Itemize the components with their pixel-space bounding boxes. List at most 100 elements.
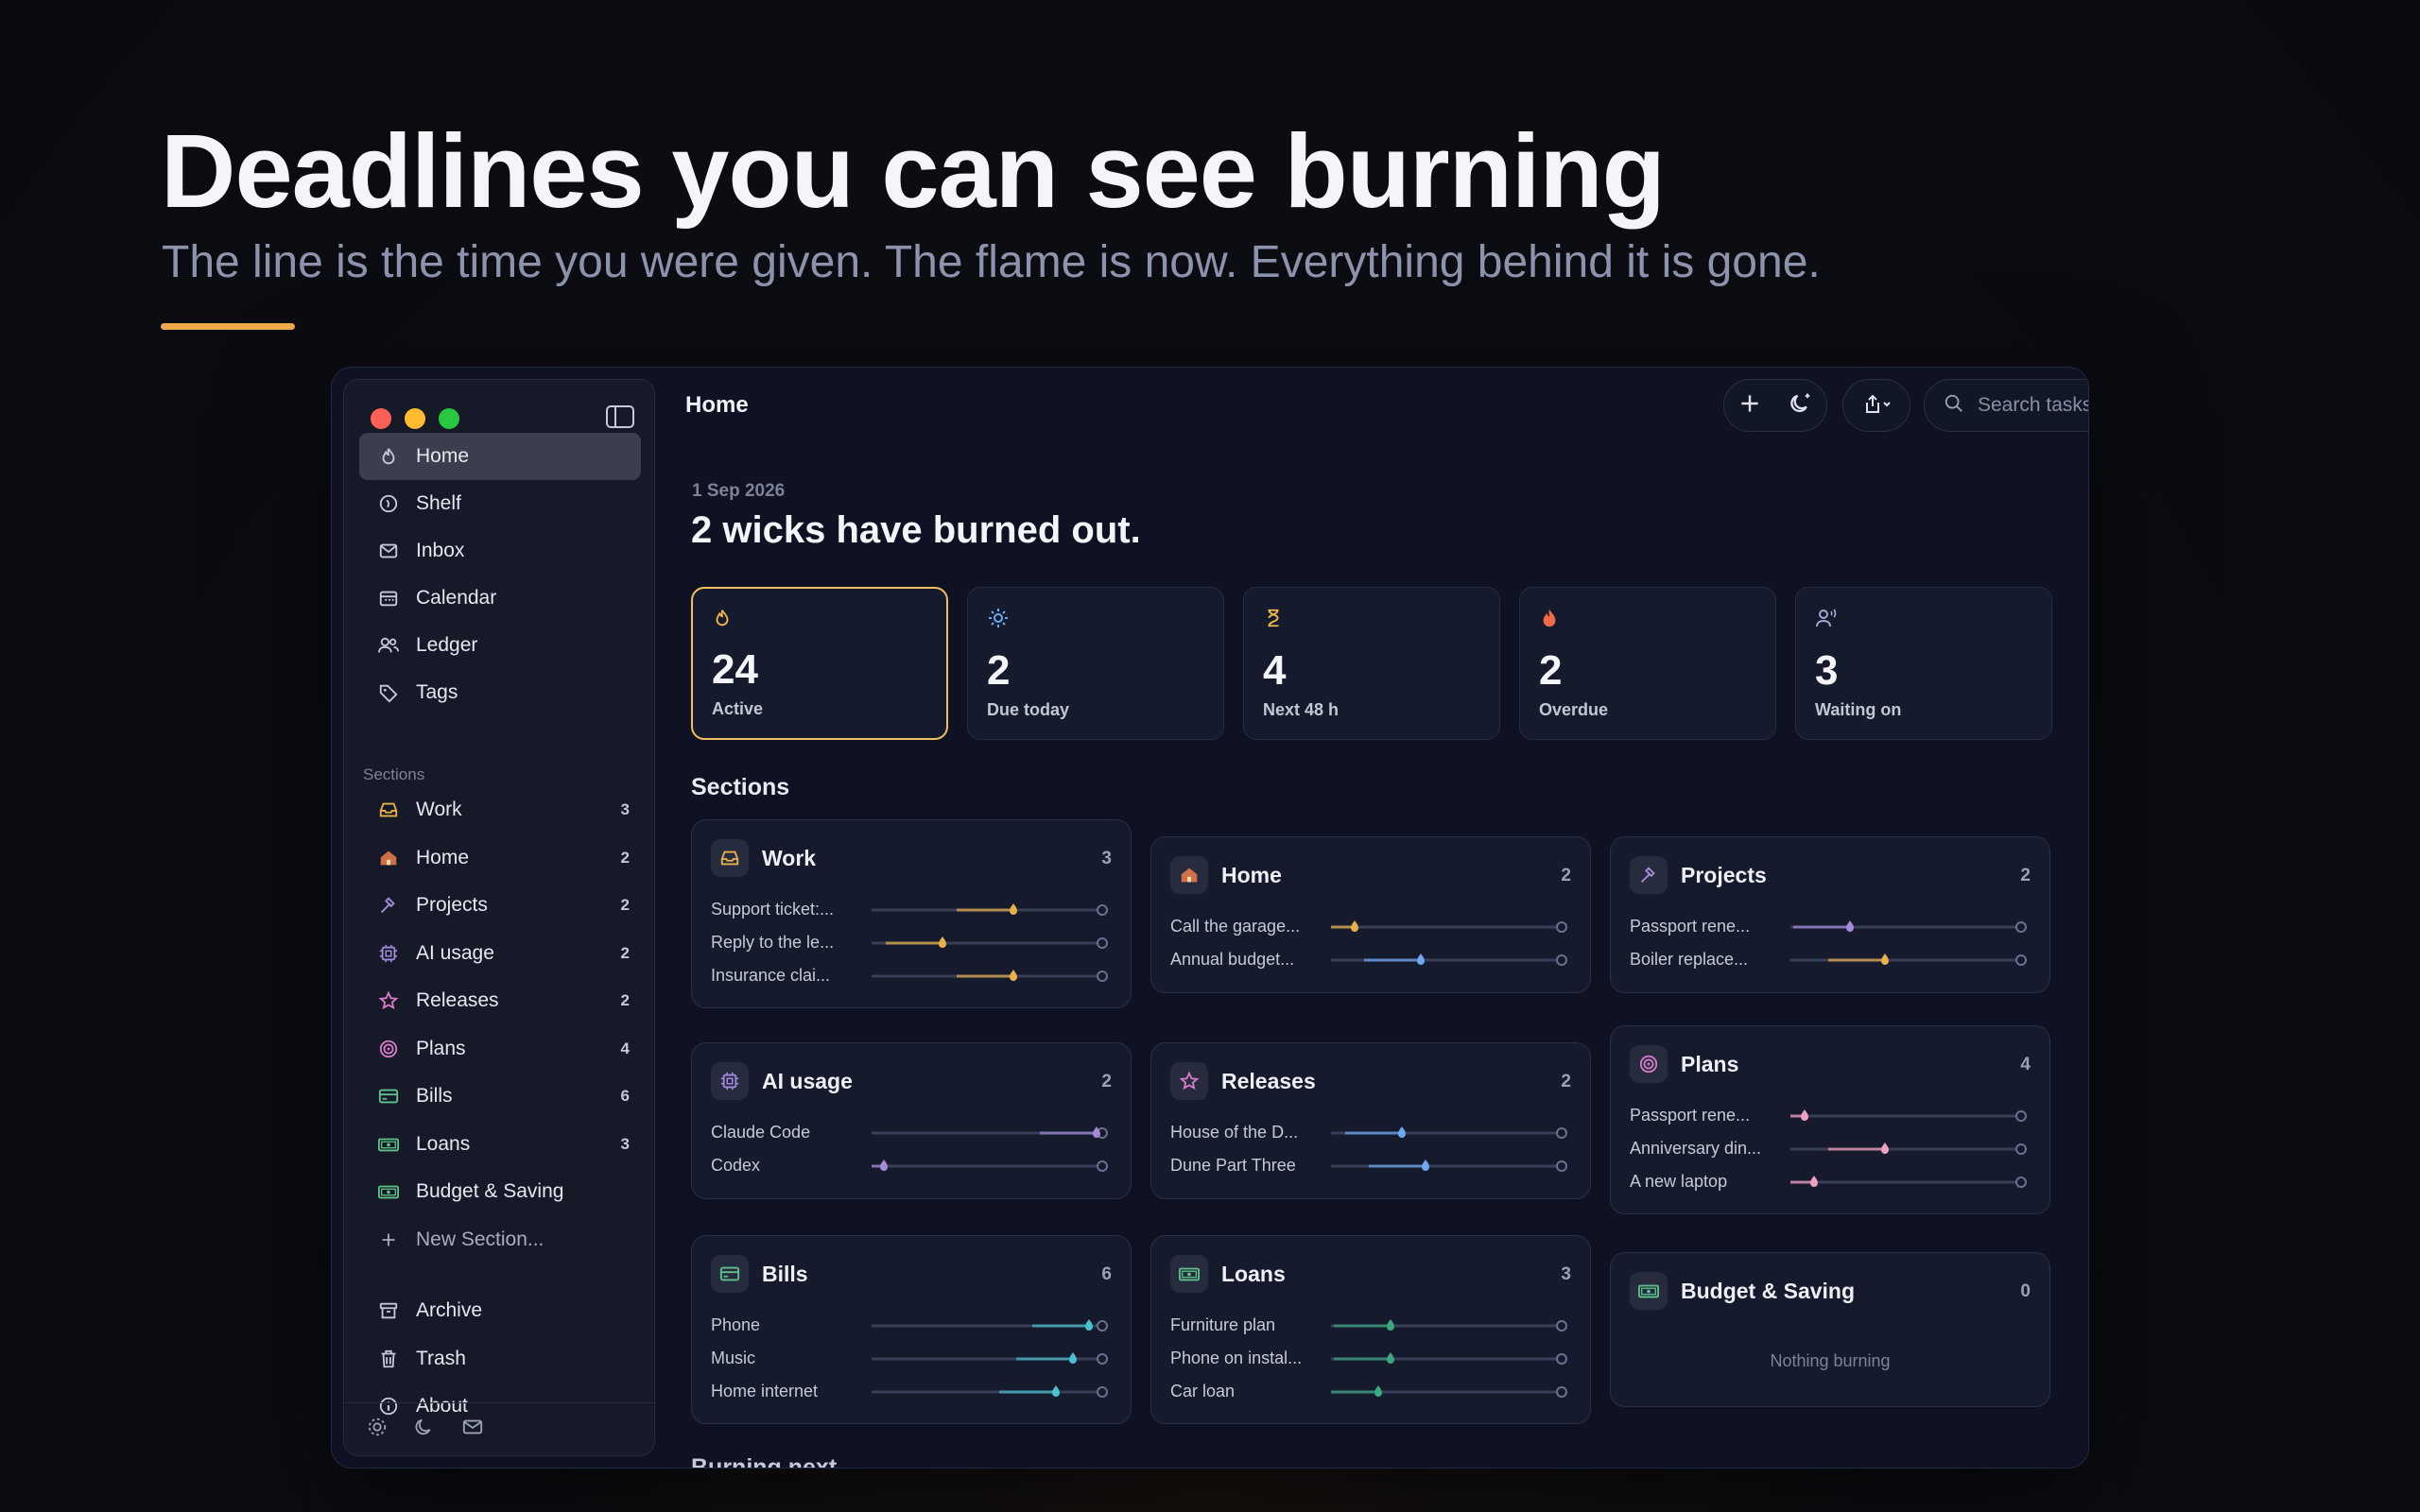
sidebar-section-loans[interactable]: Loans 3 bbox=[359, 1121, 641, 1168]
task-row-label[interactable]: Call the garage... bbox=[1170, 917, 1312, 936]
task-row-label[interactable]: Phone on instal... bbox=[1170, 1349, 1312, 1368]
task-row-label[interactable]: Anniversary din... bbox=[1630, 1139, 1772, 1159]
zoom-window-button[interactable] bbox=[439, 408, 459, 429]
section-card-bills[interactable]: Bills 6 Phone Music Home internet bbox=[691, 1235, 1132, 1424]
sidebar-section-label: Plans bbox=[416, 1037, 466, 1059]
task-row-label[interactable]: A new laptop bbox=[1630, 1172, 1772, 1192]
burn-track[interactable] bbox=[872, 969, 1108, 984]
burn-track[interactable] bbox=[1790, 919, 2027, 935]
burn-track[interactable] bbox=[1790, 953, 2027, 968]
sidebar-item-trash[interactable]: Trash bbox=[359, 1335, 641, 1383]
task-row-label[interactable]: Claude Code bbox=[711, 1123, 853, 1143]
burn-track[interactable]: +18 bbox=[1790, 1175, 2027, 1190]
target-icon bbox=[1630, 1045, 1668, 1083]
task-row-label[interactable]: House of the D... bbox=[1170, 1123, 1312, 1143]
end-marker bbox=[1097, 904, 1108, 916]
sidebar-section-work[interactable]: Work 3 bbox=[359, 786, 641, 833]
burn-track[interactable] bbox=[1790, 1108, 2027, 1124]
burn-track[interactable] bbox=[1331, 953, 1567, 968]
task-row-label[interactable]: Passport rene... bbox=[1630, 917, 1772, 936]
burn-track[interactable] bbox=[872, 1384, 1108, 1400]
add-task-button[interactable] bbox=[1737, 391, 1762, 421]
app-window: Home Shelf Inbox Calendar Ledger Tags Section… bbox=[331, 367, 2089, 1469]
sidebar-item-calendar[interactable]: Calendar bbox=[359, 575, 641, 622]
sidebar-section-budget-saving[interactable]: Budget & Saving bbox=[359, 1168, 641, 1215]
inbox-icon bbox=[376, 539, 401, 563]
empty-message: Nothing burning bbox=[1770, 1351, 1891, 1370]
task-row-label[interactable]: Furniture plan bbox=[1170, 1315, 1312, 1335]
close-window-button[interactable] bbox=[371, 408, 391, 429]
share-menu-button[interactable] bbox=[1842, 379, 1910, 432]
section-card-plans[interactable]: Plans 4 Passport rene... Anniversary din.… bbox=[1610, 1025, 2050, 1214]
new-section-button[interactable]: New Section... bbox=[359, 1216, 641, 1263]
search-input[interactable] bbox=[1978, 394, 2088, 417]
end-marker bbox=[1556, 1386, 1567, 1398]
task-row-label[interactable]: Passport rene... bbox=[1630, 1106, 1772, 1125]
burn-track[interactable] bbox=[872, 1318, 1108, 1333]
plus-icon bbox=[376, 1228, 401, 1252]
burn-track[interactable] bbox=[1790, 1142, 2027, 1157]
minimize-window-button[interactable] bbox=[405, 408, 425, 429]
section-card-work[interactable]: Work 3 Support ticket:... Reply to the le… bbox=[691, 819, 1132, 1008]
end-marker bbox=[1556, 1320, 1567, 1332]
task-row-label[interactable]: Phone bbox=[711, 1315, 853, 1335]
sidebar-item-archive[interactable]: Archive bbox=[359, 1287, 641, 1334]
task-row-label[interactable]: Support ticket:... bbox=[711, 900, 853, 919]
stat-card-active[interactable]: 24 Active bbox=[691, 587, 948, 740]
burn-track[interactable]: +2 bbox=[1331, 1384, 1567, 1400]
sidebar-section-projects[interactable]: Projects 2 bbox=[359, 882, 641, 929]
burn-track[interactable] bbox=[1331, 1351, 1567, 1366]
task-row-label[interactable]: Music bbox=[711, 1349, 853, 1368]
sidebar-item-home[interactable]: Home bbox=[359, 433, 641, 480]
moon-icon[interactable] bbox=[414, 1417, 435, 1442]
sidebar-section-home[interactable]: Home 2 bbox=[359, 834, 641, 882]
task-row-label[interactable]: Car loan bbox=[1170, 1382, 1312, 1401]
stat-card-overdue[interactable]: 2 Overdue bbox=[1519, 587, 1776, 740]
gear-icon[interactable] bbox=[367, 1417, 388, 1442]
burn-track[interactable] bbox=[872, 1125, 1108, 1141]
sidebar-section-plans[interactable]: Plans 4 bbox=[359, 1025, 641, 1073]
stat-card-due-today[interactable]: 2 Due today bbox=[967, 587, 1224, 740]
sidebar-item-shelf[interactable]: Shelf bbox=[359, 480, 641, 527]
task-row-label[interactable]: Reply to the le... bbox=[711, 933, 853, 953]
section-card-projects[interactable]: Projects 2 Passport rene... Boiler replac… bbox=[1610, 836, 2050, 993]
sidebar-item-inbox[interactable]: Inbox bbox=[359, 527, 641, 575]
mail-icon[interactable] bbox=[461, 1417, 484, 1442]
card-header: Bills bbox=[711, 1255, 808, 1293]
task-row-label[interactable]: Boiler replace... bbox=[1630, 950, 1772, 970]
end-marker bbox=[2015, 921, 2027, 933]
burn-track[interactable] bbox=[1331, 919, 1567, 935]
section-card-ai-usage[interactable]: AI usage 2 Claude Code Codex bbox=[691, 1042, 1132, 1199]
task-row-label[interactable]: Dune Part Three bbox=[1170, 1156, 1312, 1176]
sun-icon bbox=[987, 607, 1204, 634]
stat-card-next-48-h[interactable]: 4 Next 48 h bbox=[1243, 587, 1500, 740]
burn-track[interactable] bbox=[1331, 1159, 1567, 1174]
sidebar-item-label: Calendar bbox=[416, 587, 497, 609]
section-card-budget-saving[interactable]: Budget & Saving 0 Nothing burning bbox=[1610, 1252, 2050, 1407]
burn-track[interactable] bbox=[872, 936, 1108, 951]
sidebar-item-tags[interactable]: Tags bbox=[359, 669, 641, 716]
section-card-home[interactable]: Home 2 Call the garage... Annual budget..… bbox=[1150, 836, 1591, 993]
stat-card-waiting-on[interactable]: 3 Waiting on bbox=[1795, 587, 2052, 740]
burn-track[interactable] bbox=[872, 1159, 1108, 1174]
stat-label: Waiting on bbox=[1815, 700, 1902, 719]
moon-sparkle-icon[interactable] bbox=[1788, 390, 1814, 421]
task-row-label[interactable]: Annual budget... bbox=[1170, 950, 1312, 970]
section-card-releases[interactable]: Releases 2 House of the D... Dune Part Th… bbox=[1150, 1042, 1591, 1199]
task-row-label[interactable]: Home internet bbox=[711, 1382, 853, 1401]
sidebar-section-ai-usage[interactable]: AI usage 2 bbox=[359, 930, 641, 977]
sidebar-section-label: Budget & Saving bbox=[416, 1180, 564, 1202]
burn-track[interactable] bbox=[1331, 1125, 1567, 1141]
section-card-loans[interactable]: Loans 3 Furniture plan +6 Phone on instal… bbox=[1150, 1235, 1591, 1424]
section-count: 3 bbox=[620, 1134, 630, 1153]
sidebar-item-ledger[interactable]: Ledger bbox=[359, 622, 641, 669]
sidebar-section-bills[interactable]: Bills 6 bbox=[359, 1073, 641, 1120]
task-row-label[interactable]: Codex bbox=[711, 1156, 853, 1176]
burn-track[interactable]: +6 bbox=[1331, 1318, 1567, 1333]
end-marker bbox=[1556, 921, 1567, 933]
task-row-label[interactable]: Insurance clai... bbox=[711, 966, 853, 986]
sidebar-section-releases[interactable]: Releases 2 bbox=[359, 977, 641, 1024]
burn-track[interactable] bbox=[872, 1351, 1108, 1366]
burn-track[interactable] bbox=[872, 902, 1108, 918]
sidebar-toggle-icon[interactable] bbox=[605, 404, 635, 429]
